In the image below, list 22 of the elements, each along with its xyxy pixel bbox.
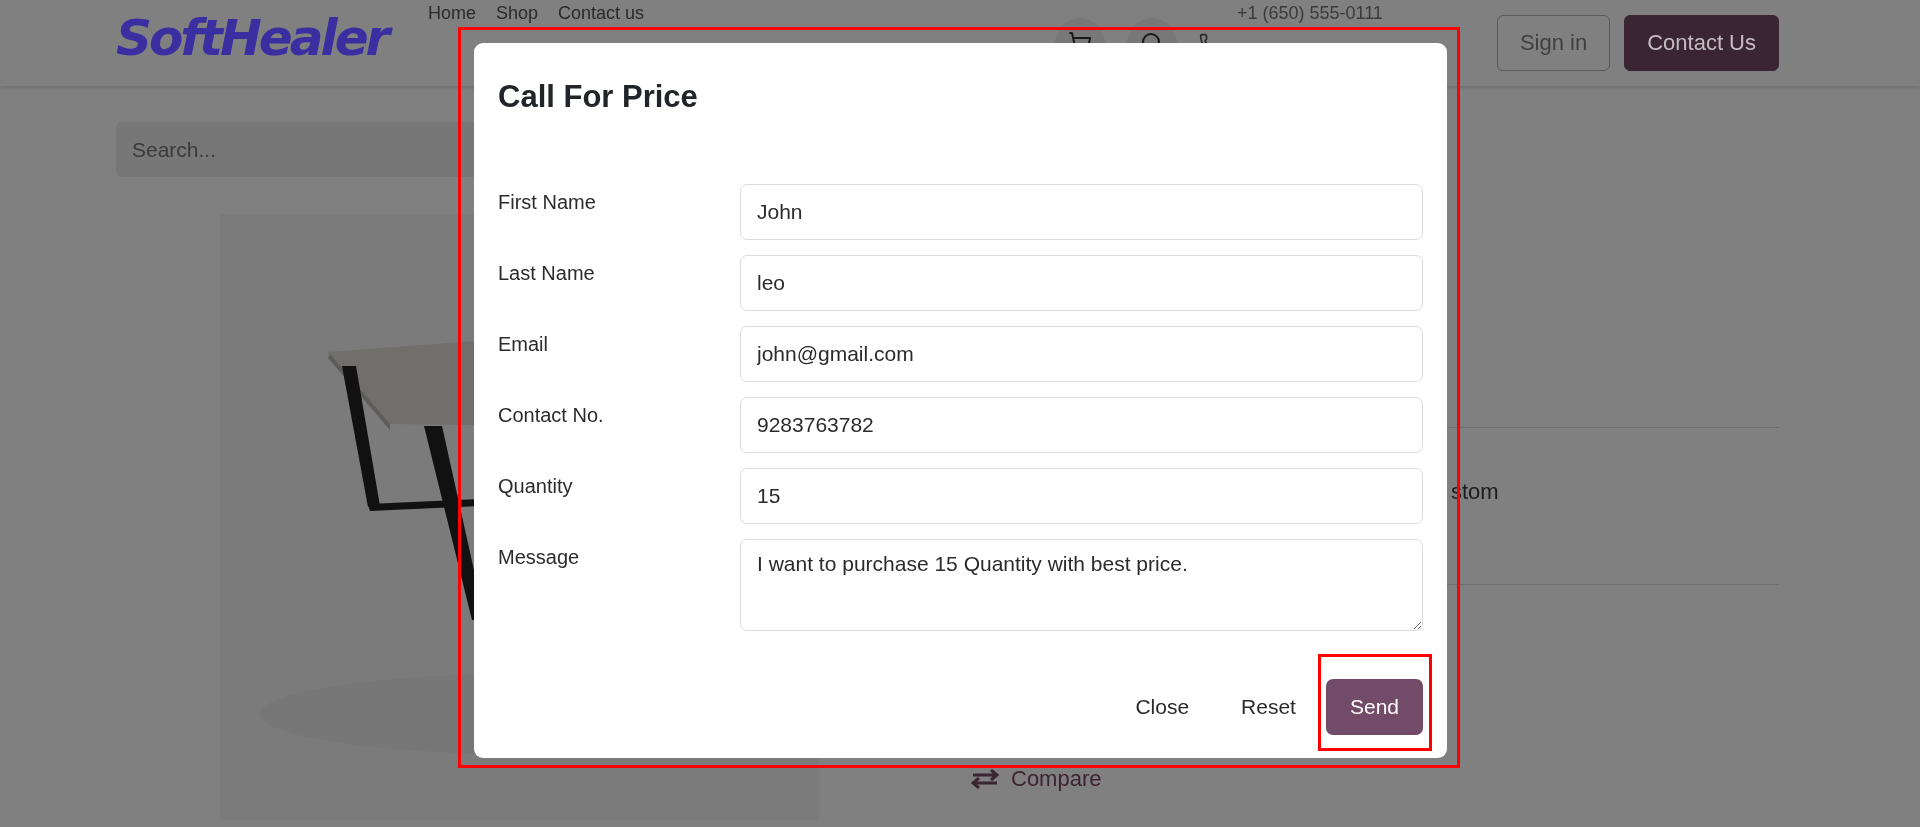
input-field[interactable]: john@gmail.com: [740, 326, 1423, 382]
message-field[interactable]: I want to purchase 15 Quantity with best price.: [740, 539, 1423, 631]
nav-link[interactable]: Shop: [496, 3, 539, 23]
compare-link[interactable]: Compare: [971, 766, 1102, 792]
input-field[interactable]: John: [740, 184, 1423, 240]
field-label: Message: [498, 545, 581, 570]
dialog-button[interactable]: Close: [1113, 679, 1212, 735]
dialog-title: Call For Price: [498, 79, 699, 115]
swap-arrows-icon: [971, 769, 999, 789]
input-field[interactable]: 9283763782: [740, 397, 1423, 453]
input-field[interactable]: 15: [740, 468, 1423, 524]
contact-button[interactable]: Contact Us: [1624, 15, 1779, 71]
send-button[interactable]: Send: [1325, 679, 1423, 735]
field-label: First Name: [498, 190, 597, 215]
nav-link[interactable]: Home: [428, 3, 476, 23]
input-field[interactable]: leo: [740, 255, 1423, 311]
nav-link[interactable]: Contact us: [558, 3, 645, 23]
field-label: Contact No.: [498, 403, 605, 428]
field-label: Email: [498, 332, 549, 357]
dialog-button[interactable]: Reset: [1219, 679, 1318, 735]
field-label: Quantity: [498, 474, 574, 499]
field-label: Last Name: [498, 261, 596, 286]
